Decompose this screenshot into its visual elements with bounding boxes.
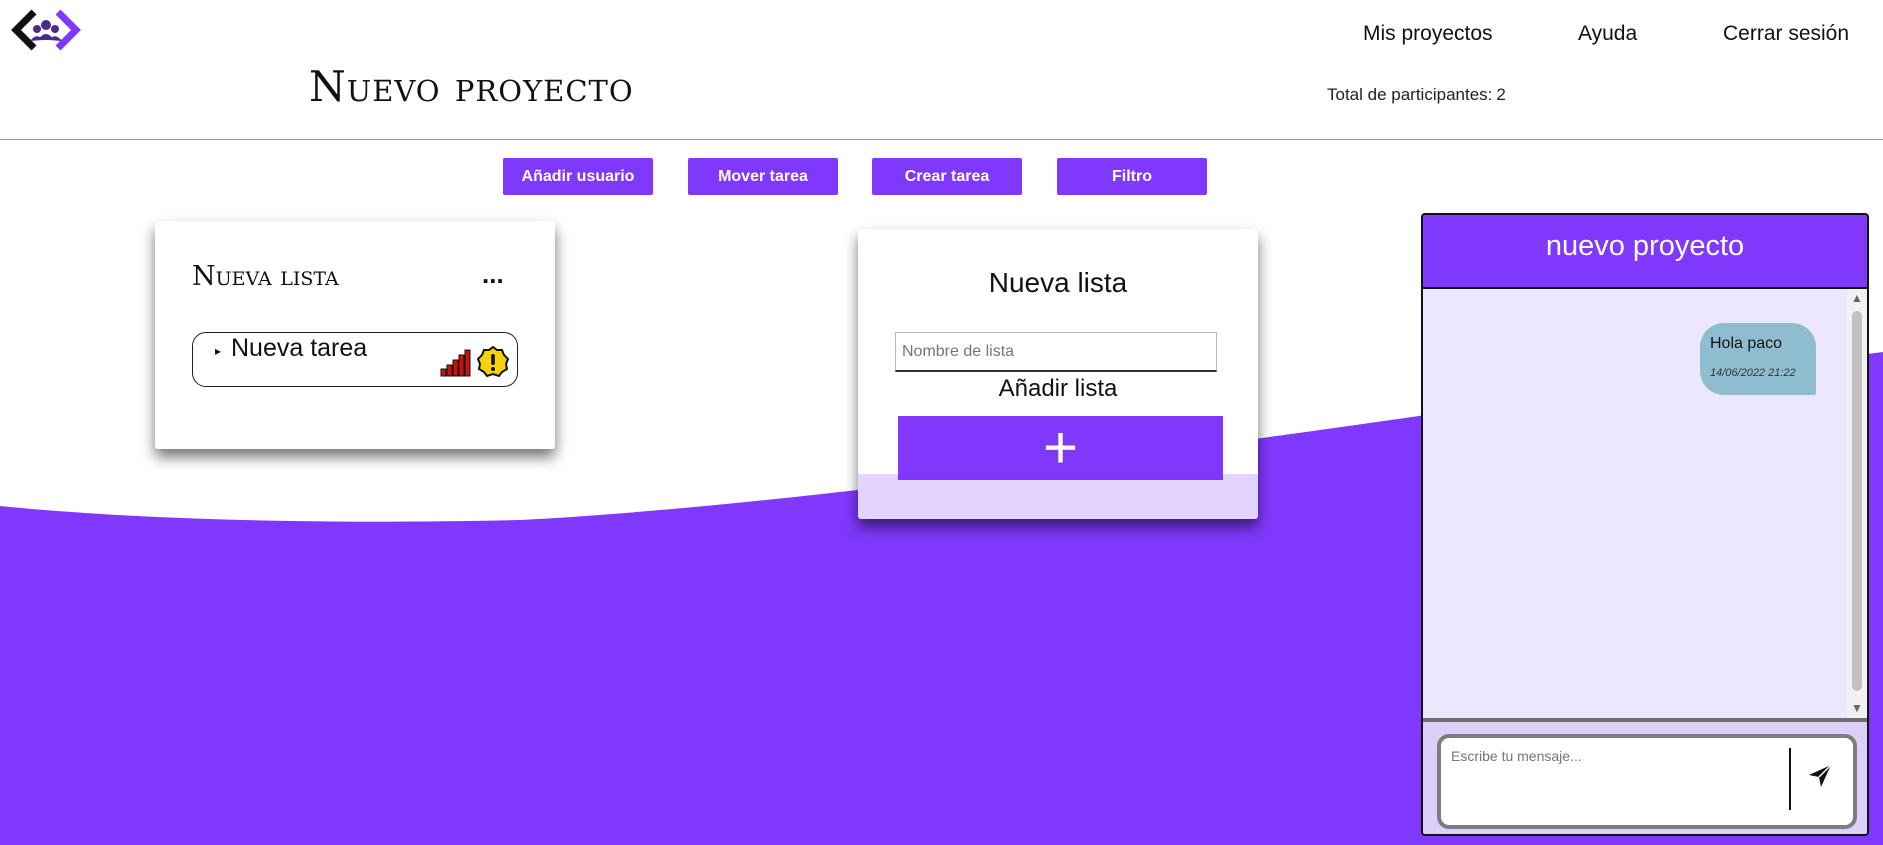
input-divider [1789, 748, 1791, 810]
new-list-title: Nueva lista [988, 267, 1128, 298]
chat-title: nuevo proyecto [1545, 230, 1745, 262]
participants-count: Total de participantes: 2 [1327, 85, 1506, 105]
nav-ayuda[interactable]: Ayuda [1578, 22, 1637, 46]
new-list-card: Nueva lista Añadir lista + [858, 229, 1258, 519]
signal-bars-icon [440, 349, 472, 382]
participants-number: 2 [1496, 85, 1506, 104]
scroll-up-icon[interactable]: ▲ [1851, 291, 1863, 305]
task-item[interactable]: ▸ Nueva tarea [192, 332, 518, 387]
chat-scrollbar[interactable]: ▲ ▼ [1847, 289, 1867, 719]
header-divider [0, 139, 1883, 140]
nav-cerrar-sesion[interactable]: Cerrar sesión [1723, 22, 1849, 46]
participants-label: Total de participantes: [1327, 85, 1493, 104]
expand-triangle-icon[interactable]: ▸ [215, 344, 221, 358]
chat-panel: nuevo proyecto Hola paco 14/06/2022 21:2… [1421, 213, 1869, 836]
warning-badge-icon [476, 345, 510, 383]
plus-icon: + [1042, 414, 1079, 481]
nav-mis-proyectos[interactable]: Mis proyectos [1363, 22, 1493, 46]
add-list-button[interactable]: + [898, 416, 1223, 480]
chat-input-box [1437, 734, 1857, 829]
filter-button[interactable]: Filtro [1057, 158, 1207, 195]
list-menu-button[interactable]: ... [482, 259, 504, 290]
task-name: Nueva tarea [231, 334, 368, 362]
add-list-label: Añadir lista [998, 375, 1118, 402]
send-icon[interactable] [1808, 764, 1832, 793]
scroll-down-icon[interactable]: ▼ [1851, 701, 1863, 715]
chat-messages: Hola paco 14/06/2022 21:22 [1423, 289, 1847, 719]
add-user-button[interactable]: Añadir usuario [503, 158, 653, 195]
page-title: Nuevo proyecto [309, 62, 634, 111]
message-text: Hola paco [1710, 335, 1783, 352]
message-timestamp: 14/06/2022 21:22 [1710, 367, 1796, 379]
logo-icon[interactable] [8, 6, 84, 54]
chat-header: nuevo proyecto [1423, 215, 1867, 289]
list-name-input[interactable] [895, 332, 1217, 372]
list-card: Nueva lista ... ▸ Nueva tarea [155, 221, 555, 449]
chat-divider [1423, 718, 1867, 722]
chat-message-input[interactable] [1449, 746, 1783, 816]
create-task-button[interactable]: Crear tarea [872, 158, 1022, 195]
chat-message: Hola paco 14/06/2022 21:22 [1700, 323, 1816, 395]
move-task-button[interactable]: Mover tarea [688, 158, 838, 195]
scroll-thumb[interactable] [1852, 311, 1862, 691]
list-title: Nueva lista [192, 261, 339, 292]
